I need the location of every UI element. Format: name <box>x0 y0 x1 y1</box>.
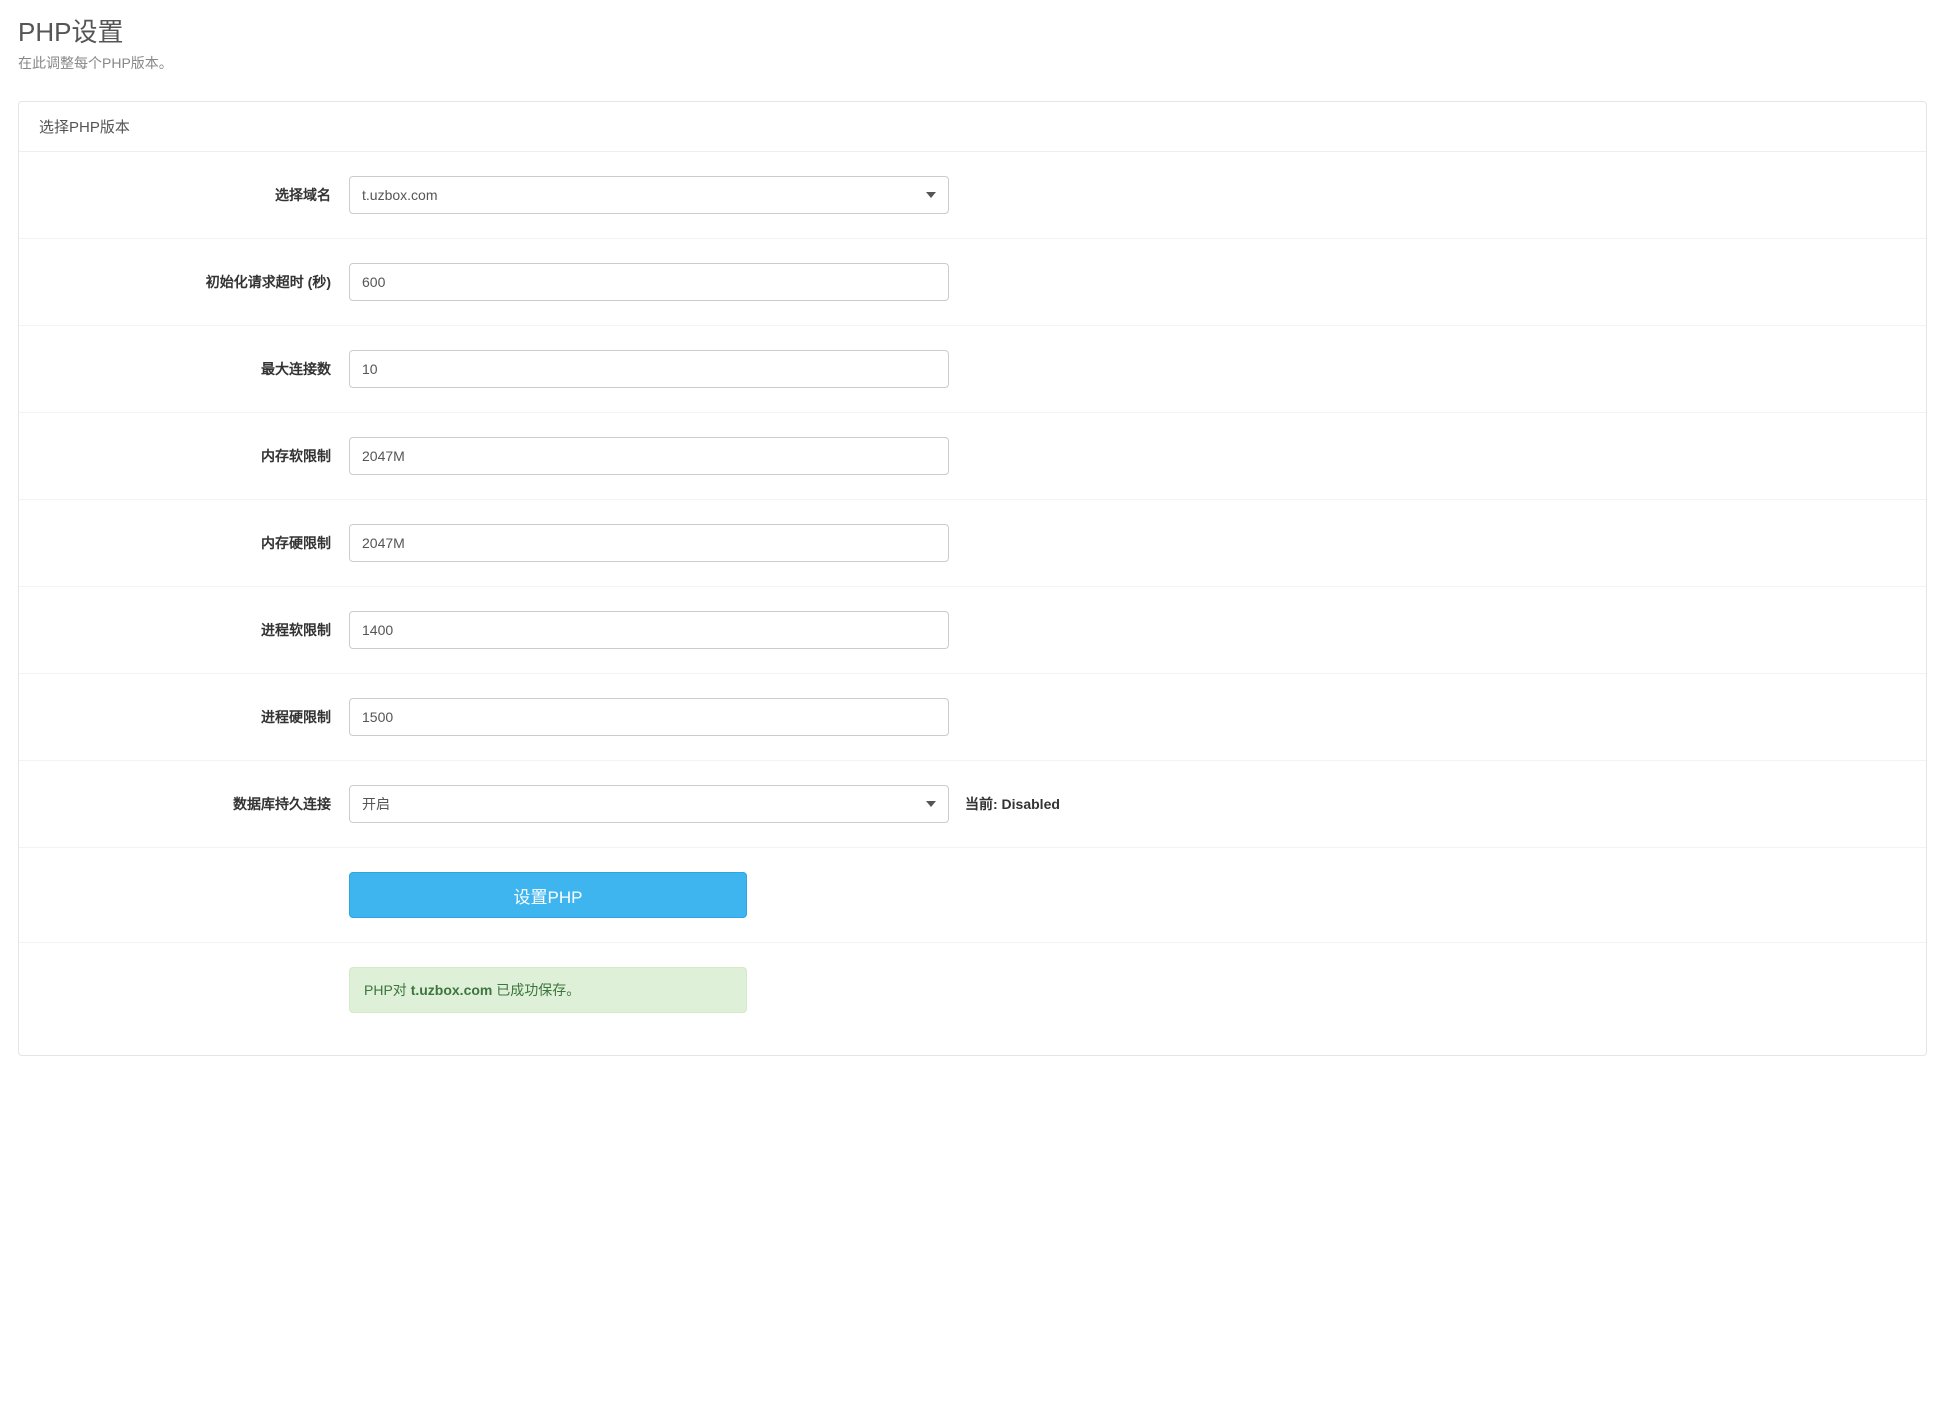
page-subtitle: 在此调整每个PHP版本。 <box>18 53 1927 73</box>
input-proc-hard[interactable] <box>349 698 949 736</box>
row-mem-hard: 内存硬限制 <box>19 500 1926 587</box>
row-domain: 选择域名 t.uzbox.com <box>19 152 1926 239</box>
alert-suffix: 已成功保存。 <box>492 982 580 998</box>
input-mem-hard[interactable] <box>349 524 949 562</box>
label-max-connections: 最大连接数 <box>39 359 349 379</box>
input-max-connections[interactable] <box>349 350 949 388</box>
label-init-timeout: 初始化请求超时 (秒) <box>39 272 349 292</box>
input-proc-soft[interactable] <box>349 611 949 649</box>
panel-header: 选择PHP版本 <box>19 102 1926 152</box>
settings-panel: 选择PHP版本 选择域名 t.uzbox.com 初始化请求超时 (秒) 最大连… <box>18 101 1927 1056</box>
label-domain: 选择域名 <box>39 185 349 205</box>
help-persistent: 当前: Disabled <box>965 794 1060 814</box>
row-mem-soft: 内存软限制 <box>19 413 1926 500</box>
input-mem-soft[interactable] <box>349 437 949 475</box>
page-title: PHP设置 <box>18 12 1927 49</box>
row-alert: PHP对 t.uzbox.com 已成功保存。 <box>19 943 1926 1055</box>
input-init-timeout[interactable] <box>349 263 949 301</box>
alert-success: PHP对 t.uzbox.com 已成功保存。 <box>349 967 747 1013</box>
label-persistent: 数据库持久连接 <box>39 794 349 814</box>
label-proc-soft: 进程软限制 <box>39 620 349 640</box>
row-proc-hard: 进程硬限制 <box>19 674 1926 761</box>
submit-button[interactable]: 设置PHP <box>349 872 747 918</box>
label-mem-hard: 内存硬限制 <box>39 533 349 553</box>
select-persistent[interactable]: 开启 <box>349 785 949 823</box>
alert-domain: t.uzbox.com <box>411 982 493 998</box>
row-init-timeout: 初始化请求超时 (秒) <box>19 239 1926 326</box>
label-proc-hard: 进程硬限制 <box>39 707 349 727</box>
select-domain[interactable]: t.uzbox.com <box>349 176 949 214</box>
row-submit: 设置PHP <box>19 848 1926 943</box>
label-mem-soft: 内存软限制 <box>39 446 349 466</box>
row-max-connections: 最大连接数 <box>19 326 1926 413</box>
row-persistent: 数据库持久连接 开启 当前: Disabled <box>19 761 1926 848</box>
alert-prefix: PHP对 <box>364 982 411 998</box>
row-proc-soft: 进程软限制 <box>19 587 1926 674</box>
